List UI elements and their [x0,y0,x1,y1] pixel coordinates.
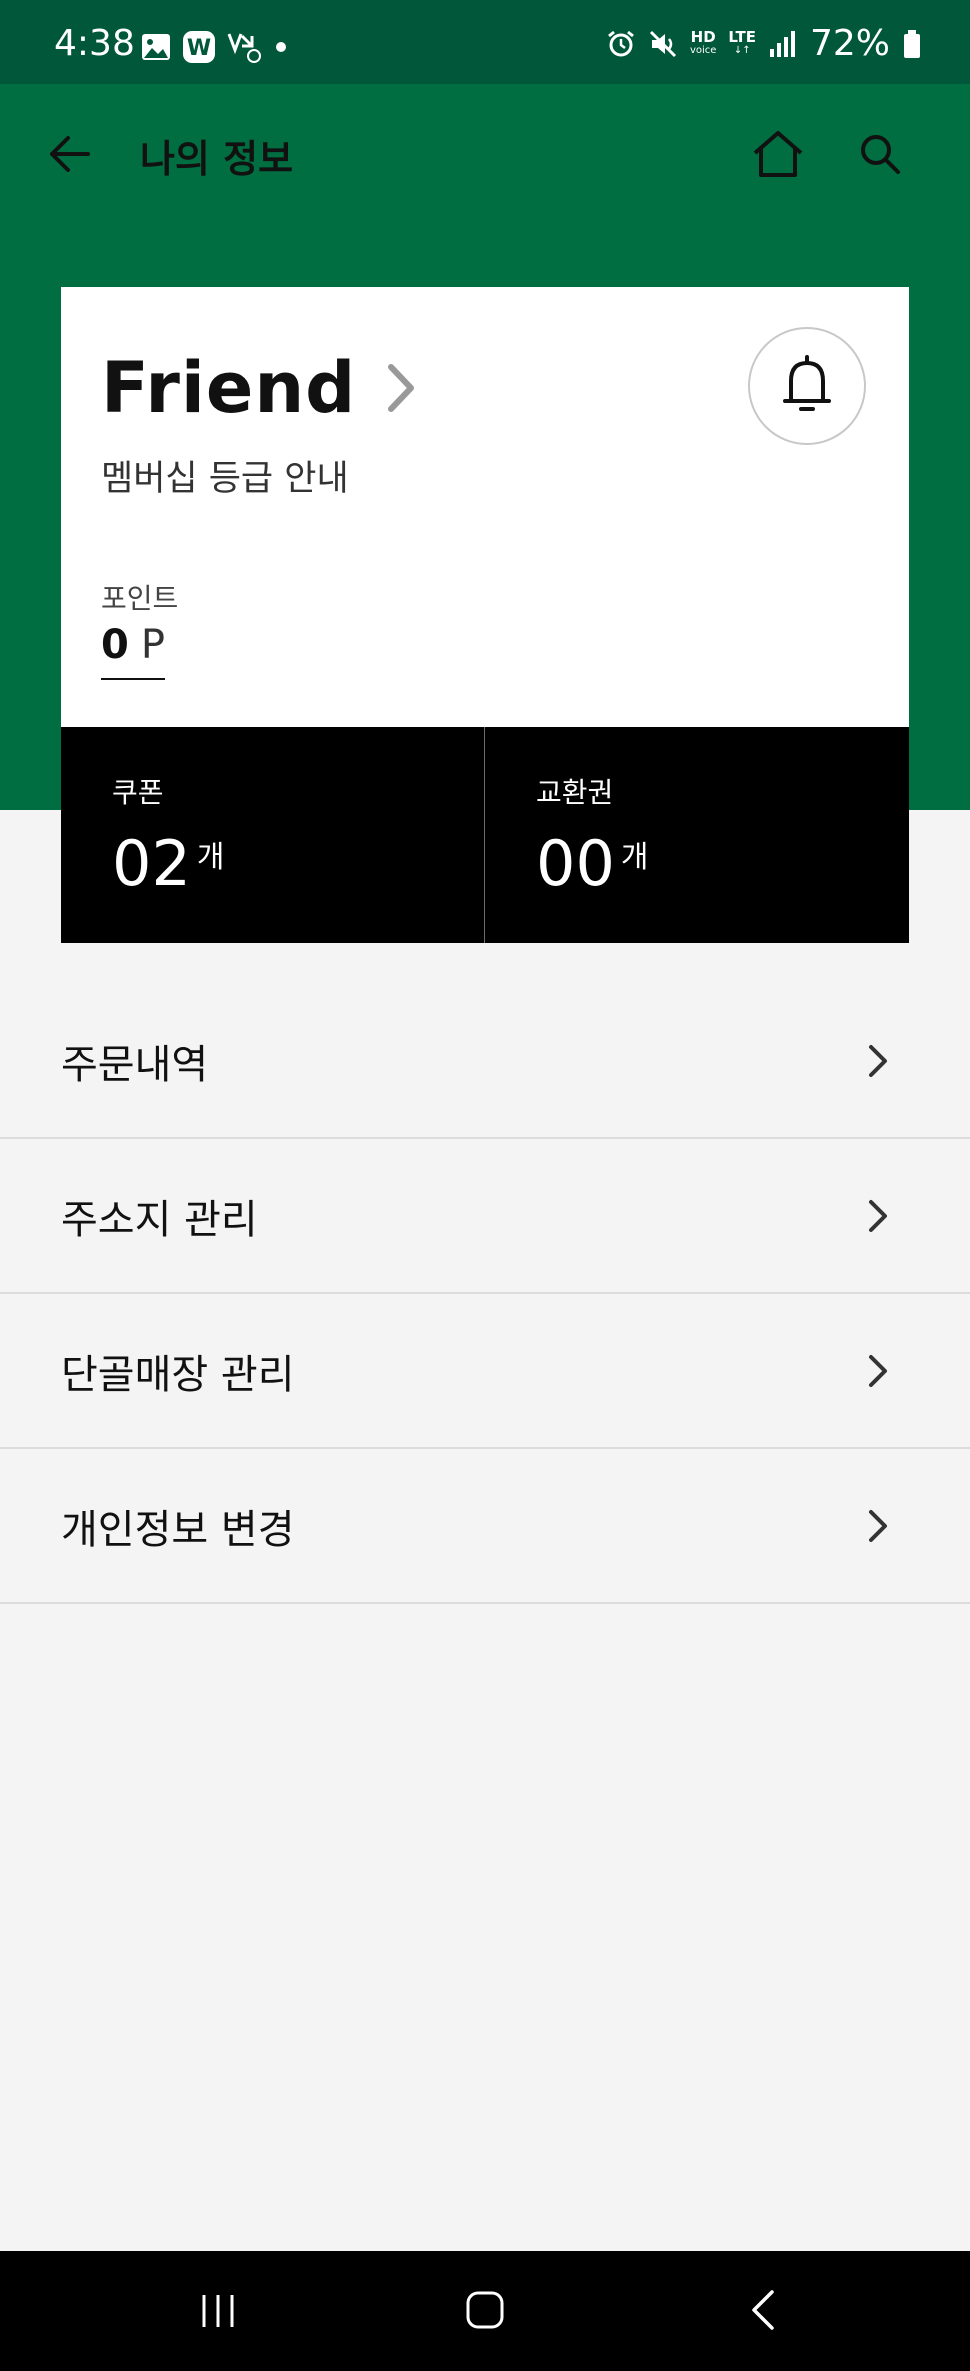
notification-button[interactable] [748,327,866,445]
gallery-icon [142,34,170,60]
chevron-right-icon [858,1191,898,1241]
chevron-right-icon [858,1501,898,1551]
status-time: 4:38 [54,23,135,64]
menu-item-label: 주문내역 [61,1042,209,1088]
svg-text:W: W [187,36,211,61]
chevron-right-icon [858,1346,898,1396]
coupon-stat[interactable]: 쿠폰 02 개 [61,727,485,943]
card-stats: 쿠폰 02 개 교환권 00 개 [61,727,909,943]
app-bar: 나의 정보 [0,84,970,224]
coupon-unit: 개 [196,840,225,875]
menu-item-address[interactable]: 주소지 관리 [0,1139,970,1294]
menu-item-order-history[interactable]: 주문내역 [0,984,970,1139]
battery-icon [904,30,920,58]
points-number: 0 [101,622,129,668]
w-app-icon: W [183,31,215,63]
menu-list: 주문내역 주소지 관리 단골매장 관리 개인정보 변경 [0,984,970,1604]
alarm-icon [608,30,634,57]
search-icon [861,135,900,174]
menu-item-label: 단골매장 관리 [61,1352,295,1398]
bell-icon [783,355,831,411]
membership-card: Friend 멤버십 등급 안내 포인트 0 P 쿠폰 02 개 교환권 00 [61,287,909,943]
call-missed-icon [227,33,261,63]
dot-icon [276,42,286,52]
hd-voice-indicator: HD voice [690,30,716,58]
recents-button[interactable] [196,2289,240,2333]
home-icon [753,131,803,177]
page-title: 나의 정보 [140,137,294,181]
membership-tier-link[interactable]: Friend [101,347,416,429]
voucher-count: 00 [536,827,615,900]
voucher-unit: 개 [620,840,649,875]
lte-indicator: LTE ↓↑ [728,30,756,58]
menu-item-label: 개인정보 변경 [61,1507,295,1553]
mute-icon [649,30,677,58]
voucher-stat[interactable]: 교환권 00 개 [485,727,909,943]
tier-name: Friend [101,347,357,429]
back-button[interactable] [40,124,100,184]
hd-sub-label: voice [689,45,717,56]
home-button[interactable] [746,122,810,186]
membership-guide-link[interactable]: 멤버십 등급 안내 [101,450,349,501]
coupon-value-wrap: 02 개 [112,827,225,900]
coupon-label: 쿠폰 [112,776,164,809]
system-nav-bar [0,2251,970,2371]
chevron-right-icon [388,364,415,412]
data-arrows-icon: ↓↑ [733,45,751,56]
points-unit: P [140,622,165,668]
menu-item-personal-info[interactable]: 개인정보 변경 [0,1449,970,1604]
system-home-button[interactable] [462,2287,508,2333]
system-back-button[interactable] [740,2287,786,2333]
voucher-label: 교환권 [536,776,614,809]
signal-icon [769,31,795,57]
voucher-value-wrap: 00 개 [536,827,649,900]
search-button[interactable] [848,122,912,186]
battery-percent: 72% [809,23,890,64]
system-back-icon [752,2290,774,2330]
menu-item-label: 주소지 관리 [61,1197,258,1243]
recents-icon [202,2295,234,2327]
menu-item-favorite-store[interactable]: 단골매장 관리 [0,1294,970,1449]
points-label: 포인트 [101,582,179,615]
system-home-icon [466,2291,504,2329]
coupon-count: 02 [112,827,191,900]
notification-icons: W [140,30,288,64]
chevron-right-icon [858,1036,898,1086]
points-value[interactable]: 0 P [101,622,165,680]
status-bar: 4:38 W HD voice LTE ↓↑ 72% [0,0,970,84]
arrow-left-icon [50,136,90,172]
system-status-icons: HD voice LTE ↓↑ 72% [606,26,922,62]
